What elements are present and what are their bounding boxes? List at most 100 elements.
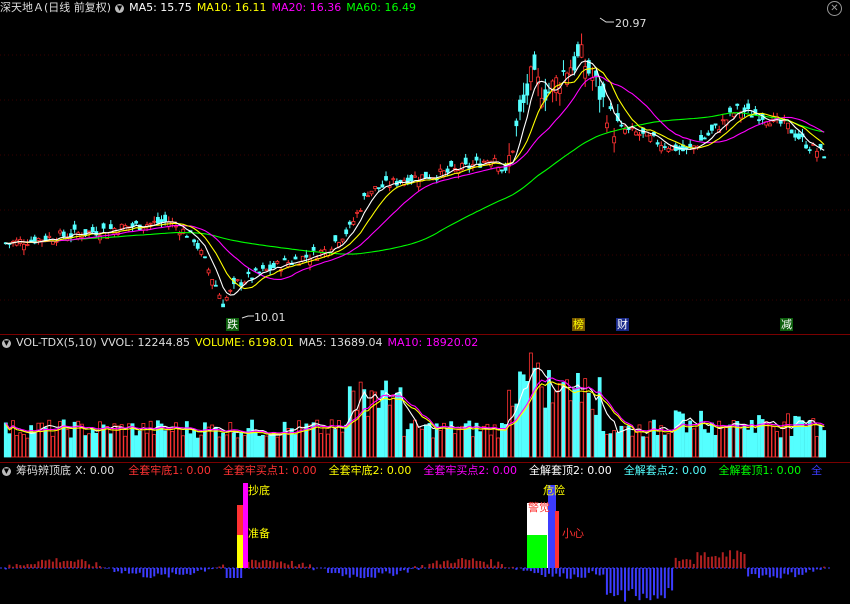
- candle-body: [217, 294, 222, 299]
- candle-body: [619, 124, 624, 127]
- candle-body: [340, 238, 345, 242]
- indicator-chart[interactable]: [0, 463, 850, 604]
- volume-bar: [662, 434, 667, 458]
- tag-bang[interactable]: 榜: [572, 318, 585, 331]
- volume-bar: [224, 434, 229, 458]
- stock-title: 深天地Ａ(日线 前复权): [0, 1, 112, 14]
- volume-bar: [605, 433, 609, 458]
- candle-body: [148, 222, 153, 225]
- vol-ma10-label: MA10: 18920.02: [387, 336, 479, 349]
- volume-bar: [398, 387, 403, 458]
- ind-item: 全套牢买点1: 0.00: [222, 464, 317, 477]
- candle-body: [514, 120, 519, 127]
- tag-cai[interactable]: 财: [616, 318, 629, 331]
- volume-bar: [366, 415, 370, 458]
- volume-bar: [145, 432, 149, 458]
- volume-bar: [213, 426, 218, 458]
- volume-bar: [481, 425, 486, 458]
- ma10-label: MA10: 16.11: [196, 1, 267, 14]
- volume-bar: [633, 431, 638, 458]
- ind-item: 全: [811, 464, 823, 477]
- price-panel[interactable]: 深天地Ａ(日线 前复权) ▼ MA5: 15.75 MA10: 16.11 MA20: …: [0, 0, 850, 334]
- candle-body: [445, 168, 450, 173]
- indicator-panel[interactable]: ▼ 筹码辨顶底 X: 0.00 全套牢底1: 0.00 全套牢买点1: 0.00 全套牢底…: [0, 463, 850, 604]
- signal-xiaoxin: 小心: [562, 527, 584, 540]
- indicator-header: ▼ 筹码辨顶底 X: 0.00 全套牢底1: 0.00 全套牢买点1: 0.00 全套牢底…: [0, 463, 827, 479]
- volume-bar: [579, 401, 584, 458]
- volume-bar: [742, 425, 747, 458]
- volume-bar: [804, 426, 808, 458]
- chevron-down-icon[interactable]: ▼: [2, 338, 11, 348]
- close-icon[interactable]: ✕: [827, 1, 842, 16]
- candle-body: [518, 99, 522, 112]
- volume-bar: [105, 426, 110, 458]
- ind-item: 全解套顶1: 0.00: [718, 464, 802, 477]
- candle-body: [525, 83, 530, 96]
- tag-die[interactable]: 跌: [226, 318, 239, 331]
- candle-body: [264, 268, 269, 271]
- candle-body: [561, 70, 566, 72]
- volume-bar: [525, 381, 530, 458]
- volume-bar: [409, 423, 414, 458]
- volume-bar: [623, 426, 627, 458]
- volume-bar: [641, 436, 646, 458]
- tag-jian[interactable]: 减: [780, 318, 793, 331]
- volume-bar: [268, 434, 273, 458]
- volume-bar: [601, 431, 606, 458]
- candle-body: [699, 134, 703, 141]
- candle-body: [344, 229, 349, 235]
- volume-bar: [554, 390, 559, 458]
- price-chart[interactable]: [0, 0, 850, 334]
- volume-bar: [297, 420, 302, 458]
- volume-bar: [528, 352, 533, 458]
- volume-bar: [358, 381, 363, 458]
- candle-body: [72, 224, 77, 230]
- candle-body: [373, 186, 378, 189]
- chevron-down-icon[interactable]: ▼: [115, 3, 125, 13]
- volume-bar: [199, 434, 204, 458]
- signal-bar: [555, 511, 559, 568]
- ma5-line: [5, 60, 825, 296]
- volume-bar: [521, 374, 526, 458]
- signal-weixian: 危险: [543, 484, 565, 497]
- volume-bar: [87, 433, 91, 458]
- candle-body: [710, 124, 714, 131]
- volume-bar: [206, 426, 211, 458]
- volume-bar: [771, 426, 776, 458]
- volume-bar: [597, 377, 602, 458]
- volume-bar: [369, 390, 374, 458]
- volume-bar: [594, 414, 598, 458]
- candle-body: [528, 66, 533, 83]
- candle-body: [532, 54, 537, 70]
- candle-body: [612, 136, 617, 144]
- candle-body: [630, 127, 635, 130]
- vol-title: VOL-TDX(5,10): [16, 336, 97, 349]
- candle-body: [720, 119, 725, 122]
- chevron-down-icon[interactable]: ▼: [2, 466, 11, 476]
- volume-bar: [615, 432, 620, 458]
- volume-chart[interactable]: [0, 335, 850, 462]
- volume-bar: [532, 367, 537, 458]
- volume-bar: [492, 424, 497, 458]
- ind-x-label: X: 0.00: [75, 464, 115, 477]
- volume-bar: [684, 432, 689, 458]
- candle-body: [405, 177, 410, 185]
- signal-zhunbei: 准备: [248, 527, 270, 540]
- volume-bar: [90, 428, 95, 458]
- volume-header: ▼ VOL-TDX(5,10) VVOL: 12244.85 VOLUME: 6198…: [0, 335, 483, 351]
- volume-bar: [36, 422, 41, 458]
- volume-bar: [221, 432, 225, 458]
- candle-body: [746, 103, 751, 109]
- candle-body: [702, 137, 707, 140]
- candle-body: [786, 122, 790, 130]
- candle-body: [195, 243, 200, 249]
- volume-bar: [445, 427, 450, 458]
- candle-body: [36, 237, 41, 241]
- volume-panel[interactable]: ▼ VOL-TDX(5,10) VVOL: 12244.85 VOLUME: 6198…: [0, 335, 850, 462]
- ind-item: 全解套点2: 0.00: [623, 464, 707, 477]
- volume-bar: [79, 423, 84, 458]
- volume-bar: [282, 421, 287, 458]
- volume-bar: [83, 435, 88, 458]
- volume-bar: [648, 421, 653, 458]
- candle-body: [347, 221, 352, 225]
